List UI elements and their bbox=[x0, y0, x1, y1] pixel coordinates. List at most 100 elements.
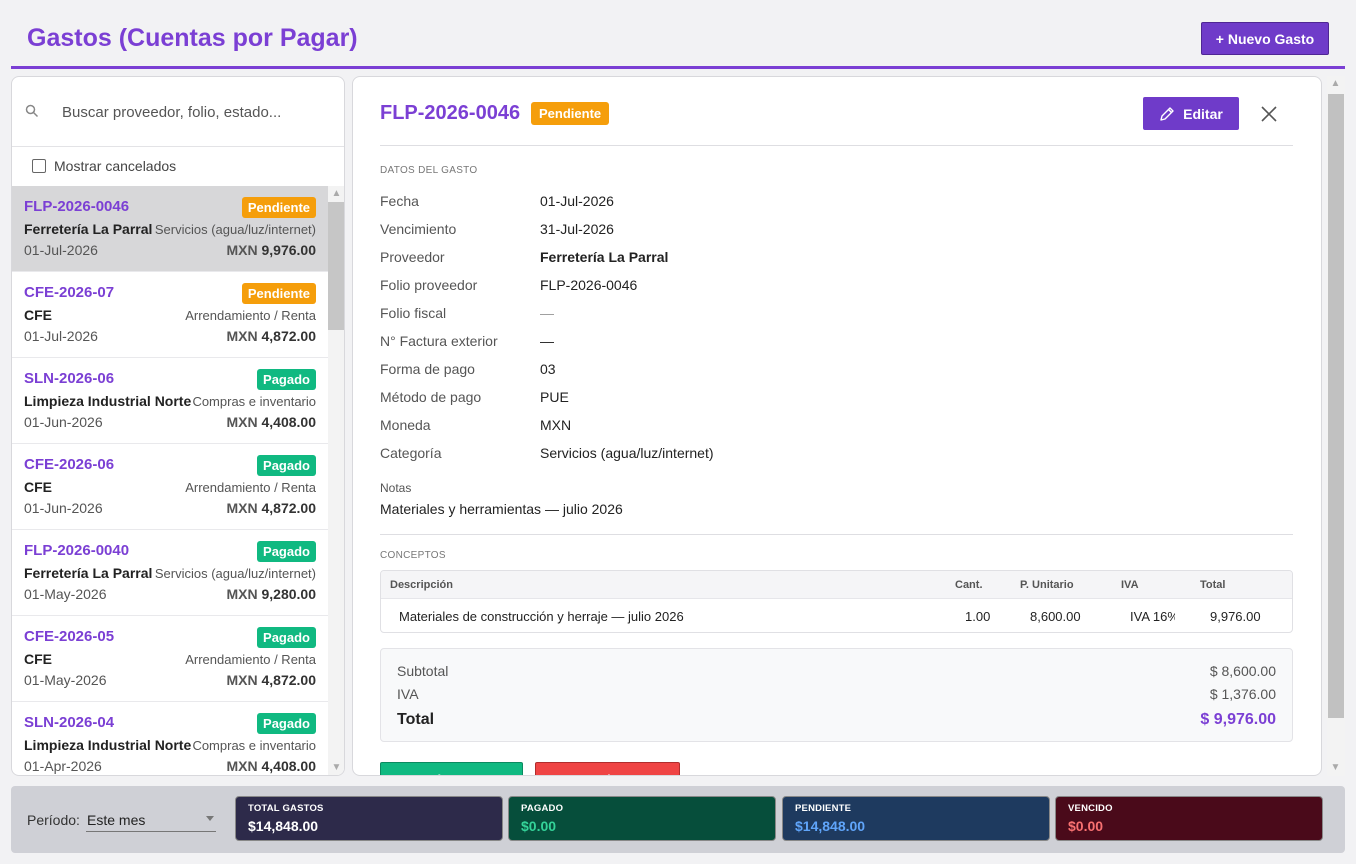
list-item-date: 01-Jul-2026 bbox=[24, 242, 98, 258]
subtotal-row: Subtotal $ 8,600.00 bbox=[397, 663, 1276, 679]
status-badge: Pendiente bbox=[241, 283, 316, 304]
expense-list-panel: Mostrar cancelados FLP-2026-0046 Pendien… bbox=[11, 76, 345, 776]
field-value: 01-Jul-2026 bbox=[540, 193, 614, 209]
field-label: Fecha bbox=[380, 193, 419, 209]
kpi-value: $0.00 bbox=[1068, 818, 1104, 834]
col-unit-price: P. Unitario bbox=[1020, 579, 1074, 591]
search-bar bbox=[12, 77, 344, 147]
status-badge: Pagado bbox=[257, 369, 316, 390]
field-label: Moneda bbox=[380, 417, 431, 433]
register-payment-button[interactable]: ✓ Registrar pago bbox=[380, 762, 523, 775]
field-label: Folio fiscal bbox=[380, 305, 447, 321]
period-select-value: Este mes bbox=[87, 812, 146, 828]
iva-value: $ 1,376.00 bbox=[1209, 686, 1276, 702]
show-cancelled-checkbox[interactable] bbox=[32, 159, 46, 173]
list-item-vendor: CFE bbox=[24, 307, 52, 323]
list-item[interactable]: FLP-2026-0046 Pendiente Ferretería La Pa… bbox=[12, 186, 328, 272]
list-item[interactable]: CFE-2026-06 Pagado CFE Arrendamiento / Re… bbox=[12, 444, 328, 530]
new-expense-button[interactable]: + Nuevo Gasto bbox=[1201, 22, 1329, 55]
list-item-category: Arrendamiento / Renta bbox=[185, 480, 316, 495]
scroll-up-icon[interactable]: ▲ bbox=[328, 186, 344, 202]
list-item-category: Compras e inventario bbox=[192, 394, 316, 409]
cell-quantity: 1.00 bbox=[965, 609, 991, 624]
concepts-table: Descripción Cant. P. Unitario IVA Total … bbox=[380, 570, 1293, 633]
field-label: Categoría bbox=[380, 445, 442, 461]
list-item-vendor: Ferretería La Parral bbox=[24, 565, 153, 581]
scroll-down-icon[interactable]: ▼ bbox=[1327, 760, 1344, 776]
total-row: Total $ 9,976.00 bbox=[397, 711, 1276, 729]
section-divider bbox=[380, 534, 1293, 535]
field-label: Folio proveedor bbox=[380, 277, 478, 293]
kpi-label: TOTAL GASTOS bbox=[248, 803, 324, 814]
status-badge: Pagado bbox=[257, 455, 316, 476]
list-item-amount: MXN 4,872.00 bbox=[226, 672, 316, 688]
app-header: Gastos (Cuentas por Pagar) + Nuevo Gasto bbox=[0, 0, 1356, 70]
list-item-amount: MXN 4,872.00 bbox=[226, 500, 316, 516]
list-item-vendor: Limpieza Industrial Norte bbox=[24, 737, 192, 753]
close-icon[interactable] bbox=[1259, 104, 1279, 124]
list-item[interactable]: FLP-2026-0040 Pagado Ferretería La Parra… bbox=[12, 530, 328, 616]
list-item-date: 01-Jun-2026 bbox=[24, 414, 103, 430]
list-item-vendor: Ferretería La Parral bbox=[24, 221, 153, 237]
list-item-category: Arrendamiento / Renta bbox=[185, 308, 316, 323]
col-quantity: Cant. bbox=[955, 579, 983, 591]
table-header: Descripción Cant. P. Unitario IVA Total bbox=[381, 571, 1292, 599]
list-item[interactable]: CFE-2026-07 Pendiente CFE Arrendamiento /… bbox=[12, 272, 328, 358]
list-item-date: 01-May-2026 bbox=[24, 586, 107, 602]
field-value: PUE bbox=[540, 389, 569, 405]
expense-list: FLP-2026-0046 Pendiente Ferretería La Pa… bbox=[12, 186, 328, 775]
search-icon bbox=[25, 104, 39, 118]
list-item-amount: MXN 9,976.00 bbox=[226, 242, 316, 258]
kpi-paid: PAGADO $0.00 bbox=[508, 796, 776, 841]
chevron-down-icon bbox=[206, 816, 214, 821]
kpi-label: VENCIDO bbox=[1068, 803, 1113, 814]
list-item-date: 01-Jul-2026 bbox=[24, 328, 98, 344]
field-label: Proveedor bbox=[380, 249, 445, 265]
scroll-up-icon[interactable]: ▲ bbox=[1327, 76, 1344, 92]
cell-unit-price: 8,600.00 bbox=[1030, 609, 1081, 624]
iva-label: IVA bbox=[397, 686, 419, 702]
total-label: Total bbox=[397, 711, 435, 728]
list-scrollbar-thumb[interactable] bbox=[328, 202, 344, 330]
kpi-label: PAGADO bbox=[521, 803, 564, 814]
list-item[interactable]: SLN-2026-06 Pagado Limpieza Industrial N… bbox=[12, 358, 328, 444]
list-scrollbar[interactable]: ▲ ▼ bbox=[328, 186, 344, 775]
edit-button[interactable]: Editar bbox=[1143, 97, 1239, 130]
field-value: 03 bbox=[540, 361, 556, 377]
show-cancelled-toggle[interactable]: Mostrar cancelados bbox=[12, 147, 344, 185]
list-item[interactable]: CFE-2026-05 Pagado CFE Arrendamiento / Re… bbox=[12, 616, 328, 702]
period-label: Período: bbox=[27, 812, 80, 828]
cancel-expense-button[interactable]: ✕ Cancelar gasto bbox=[535, 762, 680, 775]
list-item-date: 01-May-2026 bbox=[24, 672, 107, 688]
period-select[interactable]: Este mes bbox=[86, 806, 216, 832]
show-cancelled-label: Mostrar cancelados bbox=[54, 158, 177, 174]
list-item[interactable]: SLN-2026-04 Pagado Limpieza Industrial N… bbox=[12, 702, 328, 775]
detail-scrollbar[interactable]: ▲ ▼ bbox=[1327, 76, 1345, 776]
table-row: Materiales de construcción y herraje — j… bbox=[381, 599, 1292, 632]
iva-row: IVA $ 1,376.00 bbox=[397, 686, 1276, 702]
page-title: Gastos (Cuentas por Pagar) bbox=[27, 24, 358, 52]
section-label-concepts: CONCEPTOS bbox=[380, 550, 446, 561]
status-badge: Pagado bbox=[257, 713, 316, 734]
notes-label: Notas bbox=[380, 481, 412, 495]
field-value: 31-Jul-2026 bbox=[540, 221, 614, 237]
totals-box: Subtotal $ 8,600.00 IVA $ 1,376.00 Total… bbox=[380, 648, 1293, 742]
kpi-pending: PENDIENTE $14,848.00 bbox=[782, 796, 1050, 841]
list-item-vendor: CFE bbox=[24, 651, 52, 667]
section-label-data: DATOS DEL GASTO bbox=[380, 165, 478, 176]
total-value: $ 9,976.00 bbox=[1200, 711, 1276, 728]
kpi-value: $0.00 bbox=[521, 818, 557, 834]
notes-value: Materiales y herramientas — julio 2026 bbox=[380, 501, 623, 517]
search-input[interactable] bbox=[62, 99, 332, 125]
detail-folio: FLP-2026-0046 bbox=[380, 102, 521, 124]
list-item-category: Compras e inventario bbox=[192, 738, 316, 753]
status-badge: Pendiente bbox=[531, 102, 610, 125]
list-item-vendor: CFE bbox=[24, 479, 52, 495]
kpi-total: TOTAL GASTOS $14,848.00 bbox=[235, 796, 503, 841]
scroll-down-icon[interactable]: ▼ bbox=[328, 760, 344, 775]
field-label: N° Factura exterior bbox=[380, 333, 498, 349]
kpi-value: $14,848.00 bbox=[795, 818, 866, 834]
summary-footer: Período: Este mes TOTAL GASTOS $14,848.0… bbox=[11, 786, 1345, 853]
detail-scrollbar-thumb[interactable] bbox=[1328, 94, 1344, 718]
field-value: — bbox=[540, 305, 554, 321]
